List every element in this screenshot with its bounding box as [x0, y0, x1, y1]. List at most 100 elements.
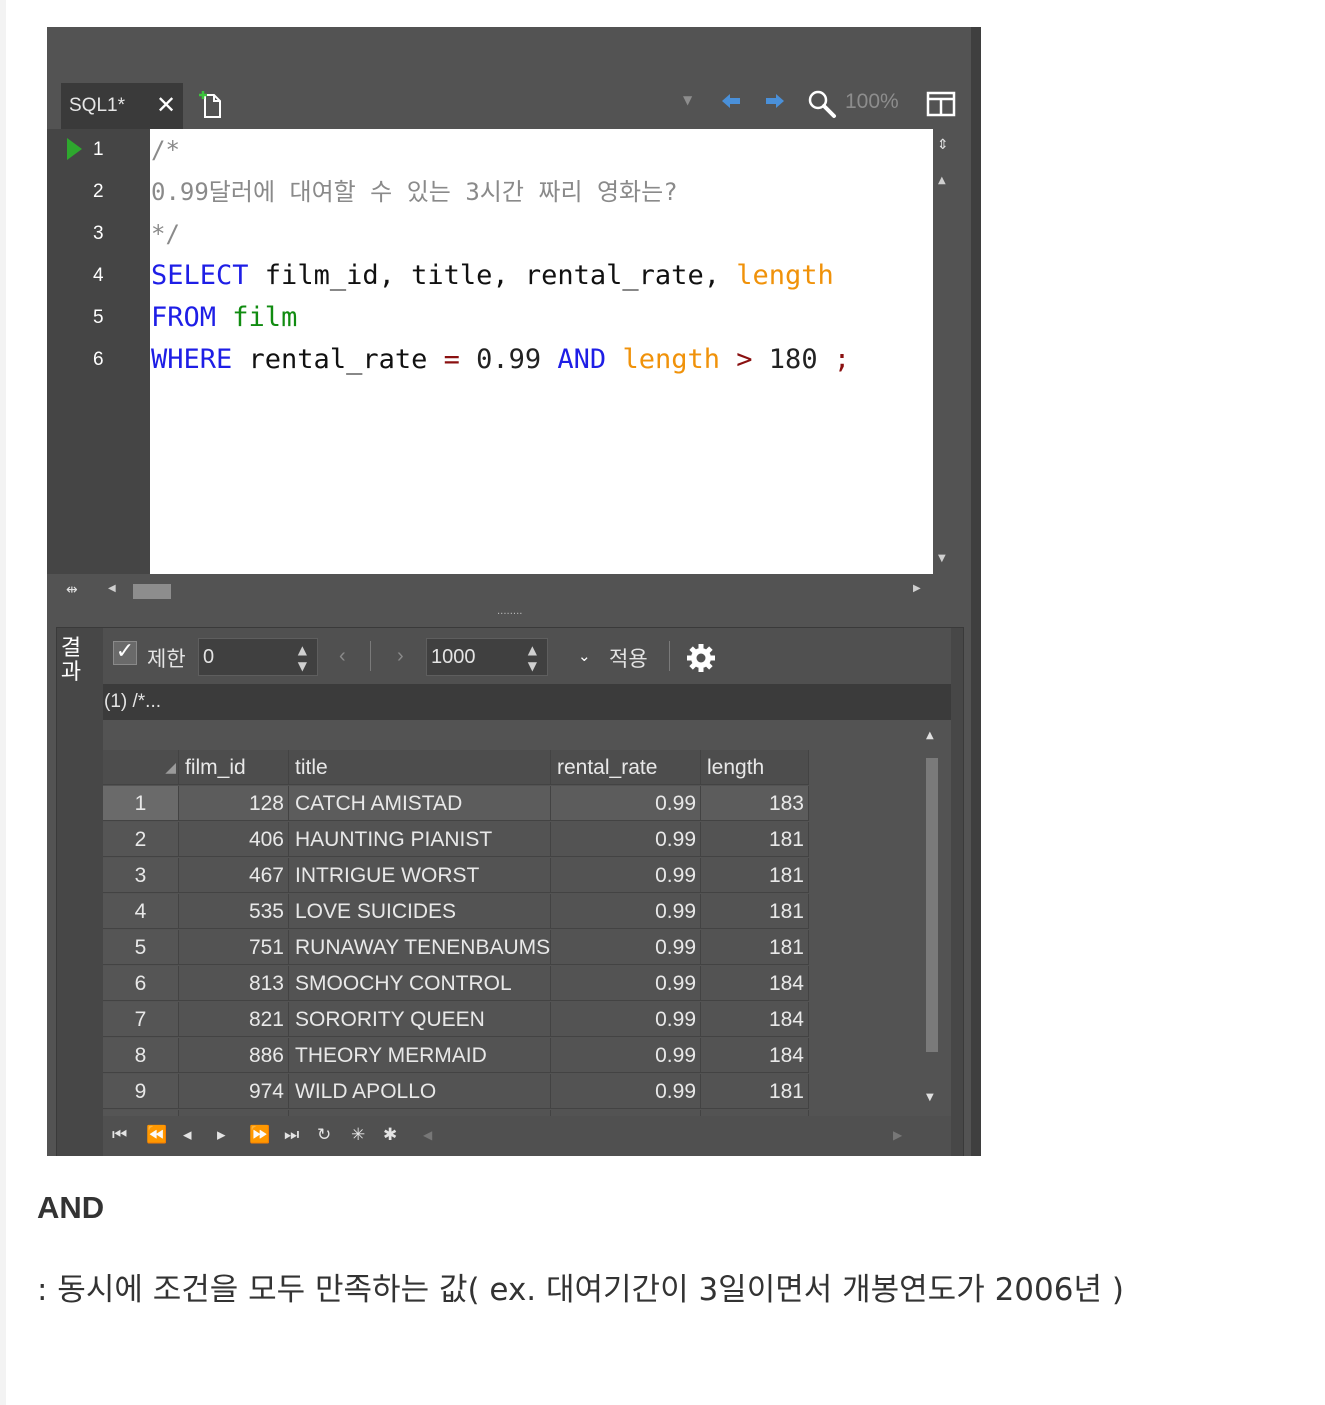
results-grid: ◢ film_id title rental_rate length 1 128 CATCH …	[103, 720, 951, 1116]
row-number[interactable]: 2	[103, 822, 179, 857]
table-cell[interactable]: 128	[179, 786, 289, 821]
scroll-up-icon[interactable]: ▲	[938, 175, 946, 186]
grid-scroll-thumb[interactable]	[926, 758, 938, 1052]
table-cell[interactable]: 184	[701, 1002, 809, 1037]
scroll-right-icon[interactable]: ▶	[893, 1128, 902, 1142]
table-cell[interactable]: 183	[701, 786, 809, 821]
insert-record-icon[interactable]: ✳	[351, 1125, 365, 1145]
table-cell[interactable]: SORORITY QUEEN	[289, 1002, 551, 1037]
table-cell[interactable]: 181	[701, 858, 809, 893]
split-handle-icon[interactable]: ⇕	[937, 137, 949, 153]
next-page-icon[interactable]: ›	[397, 645, 404, 668]
table-cell[interactable]: 0.99	[551, 966, 701, 1001]
insert-record-special-icon[interactable]: ✱	[383, 1125, 397, 1145]
row-number[interactable]: 3	[103, 858, 179, 893]
next-record-icon[interactable]: ▸	[217, 1125, 226, 1145]
table-cell[interactable]: 751	[179, 930, 289, 965]
page-size-stepper[interactable]: 1000 ▲ ▼	[426, 638, 548, 676]
table-cell[interactable]: THEORY MERMAID	[289, 1038, 551, 1073]
table-cell[interactable]: 0.99	[551, 786, 701, 821]
limit-checkbox[interactable]: ✓	[113, 641, 137, 665]
row-number[interactable]: 9	[103, 1074, 179, 1109]
table-cell[interactable]: 181	[701, 822, 809, 857]
table-cell[interactable]: 184	[701, 1038, 809, 1073]
table-cell[interactable]: 181	[701, 1074, 809, 1109]
stepper-up-icon[interactable]: ▲	[298, 643, 307, 657]
close-icon[interactable]: ✕	[156, 91, 176, 119]
horizontal-split-icon[interactable]: ⇹	[66, 582, 78, 598]
scroll-left-icon[interactable]: ◀	[423, 1128, 432, 1142]
table-cell[interactable]: 0.99	[551, 858, 701, 893]
table-cell[interactable]: 0.99	[551, 1074, 701, 1109]
column-header[interactable]: rental_rate	[551, 750, 701, 785]
table-cell[interactable]: 0.99	[551, 1002, 701, 1037]
tab-sql1[interactable]: SQL1* ✕	[61, 83, 183, 129]
select-all-corner[interactable]: ◢	[103, 750, 179, 785]
stepper-up-icon[interactable]: ▲	[528, 643, 537, 657]
table-cell[interactable]: HAUNTING PIANIST	[289, 822, 551, 857]
column-header[interactable]: film_id	[179, 750, 289, 785]
prev-page-records-icon[interactable]: ⏪	[146, 1125, 167, 1145]
column-header[interactable]: length	[701, 750, 809, 785]
table-cell[interactable]: 181	[701, 894, 809, 929]
stepper-down-icon[interactable]: ▼	[528, 659, 537, 673]
table-cell[interactable]: 181	[701, 930, 809, 965]
table-cell[interactable]: 813	[179, 966, 289, 1001]
row-number[interactable]: 8	[103, 1038, 179, 1073]
next-page-records-icon[interactable]: ⏩	[249, 1125, 270, 1145]
first-record-icon[interactable]: ⏮	[112, 1125, 127, 1145]
gear-icon[interactable]	[686, 643, 716, 673]
row-number[interactable]: 1	[103, 786, 179, 821]
scroll-up-icon[interactable]: ▲	[926, 730, 934, 741]
table-cell[interactable]: CATCH AMISTAD	[289, 786, 551, 821]
editor-horizontal-scrollbar[interactable]: ⇹ ◀ ▶	[47, 574, 953, 608]
table-cell[interactable]: 0.99	[551, 822, 701, 857]
table-cell[interactable]: WILD APOLLO	[289, 1074, 551, 1109]
prev-page-icon[interactable]: ‹	[339, 645, 346, 668]
results-side-tab[interactable]: 결과	[57, 637, 85, 685]
column-header[interactable]: title	[289, 750, 551, 785]
table-cell[interactable]: SMOOCHY CONTROL	[289, 966, 551, 1001]
result-tab[interactable]: (1) /*...	[104, 691, 161, 713]
split-view-icon[interactable]	[926, 91, 956, 117]
refresh-icon[interactable]: ↻	[317, 1125, 331, 1145]
row-number[interactable]: 7	[103, 1002, 179, 1037]
new-document-icon[interactable]	[199, 91, 223, 119]
table-cell[interactable]: 886	[179, 1038, 289, 1073]
table-cell[interactable]: 184	[701, 966, 809, 1001]
run-icon[interactable]	[67, 138, 82, 160]
sql-editor[interactable]: /* 0.99달러에 대여할 수 있는 3시간 짜리 영화는? */ SELECT f…	[150, 129, 933, 574]
last-record-icon[interactable]: ⏭	[284, 1125, 299, 1145]
scroll-down-icon[interactable]: ▼	[938, 553, 946, 564]
line-number: 2	[93, 181, 104, 202]
row-number[interactable]: 4	[103, 894, 179, 929]
table-cell[interactable]: LOVE SUICIDES	[289, 894, 551, 929]
table-cell[interactable]: 406	[179, 822, 289, 857]
table-cell[interactable]: 821	[179, 1002, 289, 1037]
table-cell[interactable]: RUNAWAY TENENBAUMS	[289, 930, 551, 965]
horizontal-scroll-thumb[interactable]	[133, 584, 171, 599]
back-arrow-icon[interactable]	[720, 93, 742, 109]
offset-stepper[interactable]: 0 ▲ ▼	[198, 638, 318, 676]
table-cell[interactable]: 0.99	[551, 930, 701, 965]
table-cell[interactable]: 0.99	[551, 894, 701, 929]
editor-vertical-scrollbar[interactable]: ⇕ ▲ ▼	[933, 129, 953, 574]
scroll-right-icon[interactable]: ▶	[913, 583, 921, 594]
prev-record-icon[interactable]: ◂	[183, 1125, 192, 1145]
table-cell[interactable]: 535	[179, 894, 289, 929]
row-number[interactable]: 6	[103, 966, 179, 1001]
apply-button[interactable]: 적용	[609, 643, 648, 673]
dropdown-chevron-icon[interactable]: ▼	[683, 93, 692, 107]
table-cell[interactable]: INTRIGUE WORST	[289, 858, 551, 893]
table-cell[interactable]: 467	[179, 858, 289, 893]
scroll-left-icon[interactable]: ◀	[108, 583, 116, 594]
table-cell[interactable]: 0.99	[551, 1038, 701, 1073]
table-cell[interactable]: 974	[179, 1074, 289, 1109]
magnifier-icon[interactable]	[807, 89, 837, 119]
chevron-down-icon[interactable]: ⌄	[578, 647, 591, 665]
stepper-down-icon[interactable]: ▼	[298, 659, 307, 673]
pane-splitter[interactable]: ········	[497, 609, 525, 620]
row-number[interactable]: 5	[103, 930, 179, 965]
scroll-down-icon[interactable]: ▼	[926, 1092, 934, 1103]
forward-arrow-icon[interactable]	[764, 93, 786, 109]
